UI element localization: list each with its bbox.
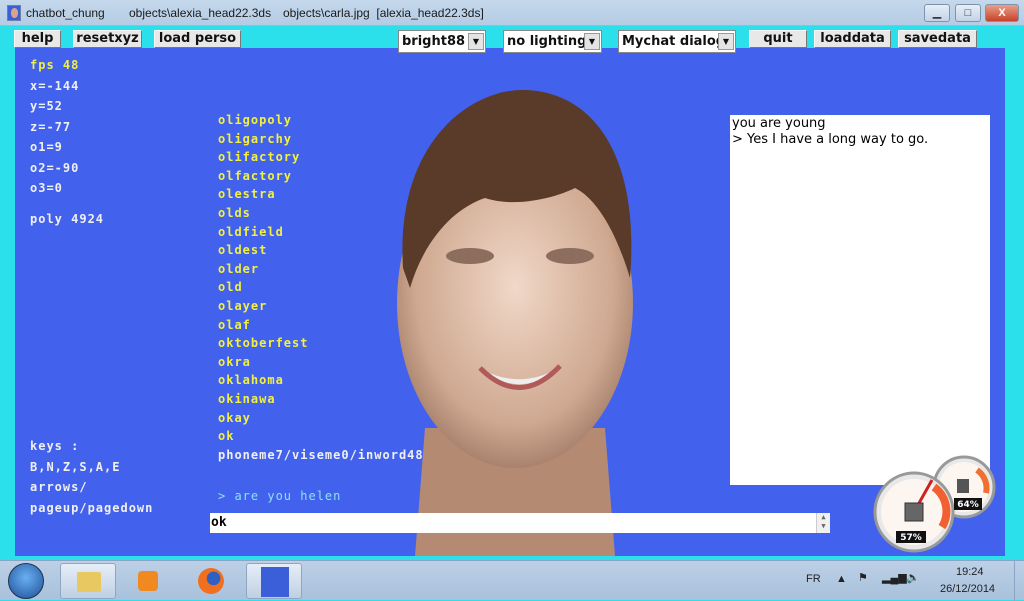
- minimize-button[interactable]: ▁: [924, 4, 950, 22]
- taskbar: FR ▲ ⚑ ▂▄▆ 🔈 19:24 26/12/2014: [0, 560, 1024, 601]
- memory-percent: 64%: [957, 500, 979, 510]
- resetxyz-button[interactable]: resetxyz: [73, 30, 142, 48]
- z-readout: z=-77: [30, 120, 72, 134]
- word-list-item: olds: [218, 206, 251, 220]
- word-list-item: oligopoly: [218, 113, 293, 127]
- maximize-button[interactable]: □: [955, 4, 981, 22]
- clock-date[interactable]: 26/12/2014: [940, 583, 995, 595]
- word-list-item: old: [218, 280, 243, 295]
- clock-time[interactable]: 19:24: [956, 566, 984, 578]
- start-button[interactable]: [8, 563, 44, 599]
- keys-line: pageup/pagedown: [30, 501, 154, 515]
- poly-readout: poly 4924: [30, 212, 105, 226]
- chevron-down-icon[interactable]: ▼: [584, 33, 600, 50]
- word-list-item: okinawa: [218, 392, 276, 406]
- word-list-item: olayer: [218, 299, 268, 313]
- chat-line: you are young: [732, 116, 826, 131]
- word-list-item: okay: [218, 410, 251, 425]
- loaddata-button[interactable]: loaddata: [814, 30, 891, 48]
- taskbar-chatbot[interactable]: [246, 563, 302, 599]
- word-list-item: oldfield: [218, 224, 284, 239]
- media-player-icon: [138, 571, 158, 591]
- word-list-item: ok: [218, 429, 235, 444]
- o2-readout: o2=-90: [30, 161, 80, 175]
- word-list-item: olaf: [218, 317, 251, 332]
- brightness-value: bright88: [402, 34, 466, 49]
- load-perso-button[interactable]: load perso: [154, 30, 241, 48]
- app-icon: [7, 5, 21, 21]
- chat-input[interactable]: ok ▲ ▼: [210, 513, 830, 533]
- chevron-down-icon[interactable]: ▼: [468, 33, 484, 50]
- title-bar: chatbot_chung objects\alexia_head22.3ds …: [0, 0, 1024, 26]
- cpu-meter-gadget: 57% 64%: [873, 455, 996, 553]
- lighting-value: no lighting: [507, 34, 587, 49]
- word-list-item: olifactory: [218, 150, 301, 165]
- taskbar-explorer[interactable]: [60, 563, 116, 599]
- y-readout: y=52: [30, 99, 63, 113]
- o1-readout: o1=9: [30, 140, 63, 154]
- window-title: chatbot_chung: [26, 6, 105, 20]
- taskbar-media-player[interactable]: [120, 563, 176, 599]
- word-list-item: older: [218, 261, 260, 276]
- chat-log[interactable]: you are young > Yes I have a long way to…: [730, 115, 990, 485]
- close-button[interactable]: X: [985, 4, 1019, 22]
- quit-button[interactable]: quit: [749, 30, 807, 48]
- volume-icon[interactable]: 🔈: [906, 571, 920, 584]
- taskbar-firefox[interactable]: [184, 563, 240, 599]
- chat-line: > Yes I have a long way to go.: [732, 132, 929, 147]
- last-prompt: > are you helen: [218, 489, 342, 503]
- show-hidden-icons[interactable]: ▲: [836, 573, 847, 585]
- texture-file: objects\carla.jpg [alexia_head22.3ds]: [283, 6, 484, 20]
- keys-line: arrows/: [30, 480, 88, 494]
- dialog-value: Mychat dialog: [622, 34, 726, 49]
- word-list-item: olestra: [218, 187, 276, 202]
- lighting-select[interactable]: no lighting ▼: [503, 30, 602, 53]
- word-list-item: oligarchy: [218, 131, 293, 146]
- show-desktop-button[interactable]: [1014, 561, 1024, 601]
- language-indicator[interactable]: FR: [806, 573, 821, 585]
- word-list-item: oldest: [218, 243, 268, 258]
- chevron-down-icon[interactable]: ▼: [718, 33, 734, 50]
- keys-line: B,N,Z,S,A,E: [30, 460, 121, 474]
- fps-readout: fps 48: [30, 58, 80, 72]
- keys-title: keys :: [30, 439, 80, 453]
- word-list-item: olfactory: [218, 168, 293, 183]
- object-file: objects\alexia_head22.3ds: [129, 6, 272, 20]
- phoneme-readout: phoneme7/viseme0/inword48: [218, 448, 424, 462]
- network-icon[interactable]: ▂▄▆: [882, 571, 907, 584]
- dialog-select[interactable]: Mychat dialog ▼: [618, 30, 736, 53]
- help-button[interactable]: help: [14, 30, 61, 48]
- word-list-item: oklahoma: [218, 373, 284, 388]
- input-scrollbar[interactable]: ▲ ▼: [816, 513, 830, 533]
- word-list-item: okra: [218, 354, 251, 369]
- x-readout: x=-144: [30, 79, 80, 93]
- word-list-item: oktoberfest: [218, 336, 309, 351]
- savedata-button[interactable]: savedata: [898, 30, 977, 48]
- folder-icon: [77, 572, 101, 592]
- chatbot-icon: [261, 567, 289, 597]
- chat-input-value: ok: [211, 515, 227, 530]
- firefox-icon: [198, 568, 224, 594]
- brightness-select[interactable]: bright88 ▼: [398, 30, 486, 53]
- cpu-percent: 57%: [900, 533, 922, 543]
- o3-readout: o3=0: [30, 181, 63, 195]
- flag-icon[interactable]: ⚑: [858, 571, 868, 584]
